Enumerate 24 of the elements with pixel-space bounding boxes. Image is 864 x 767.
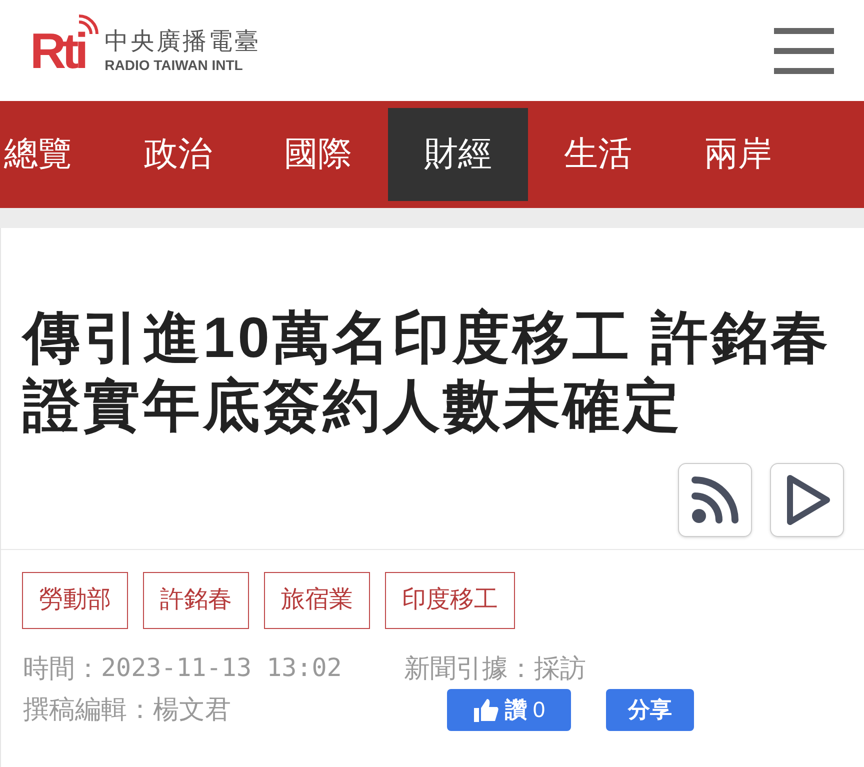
like-button[interactable]: 讚 0	[447, 688, 571, 731]
category-tab[interactable]: 國際	[248, 108, 388, 201]
category-tab[interactable]: 政治	[108, 108, 248, 201]
category-tab[interactable]: 兩岸	[668, 108, 808, 201]
news-source: 新聞引據：採訪	[404, 654, 586, 681]
share-button[interactable]: 分享	[606, 688, 694, 731]
thumbs-up-icon	[472, 698, 499, 722]
publish-time: 2023-11-13 13:02	[101, 654, 342, 681]
logo-title: 中央廣播電臺	[104, 26, 261, 57]
time-label: 時間：	[23, 654, 101, 681]
category-tab[interactable]: 生活	[528, 108, 668, 201]
tag-link[interactable]: 勞動部	[22, 572, 128, 629]
play-button[interactable]	[770, 462, 844, 537]
menu-icon[interactable]	[774, 28, 834, 74]
logo-text: Rti	[30, 26, 85, 76]
category-tab[interactable]: 財經	[388, 108, 528, 201]
tag-link[interactable]: 旅宿業	[264, 572, 370, 629]
article-title: 傳引進10萬名印度移工 許銘春證實年底簽約人數未確定	[23, 305, 832, 440]
editor-text: 撰稿編輯：楊文君	[23, 693, 231, 726]
logo-subtitle: RADIO TAIWAN INTL	[104, 56, 244, 74]
tag-link[interactable]: 印度移工	[385, 572, 515, 629]
category-tab[interactable]: 總覽	[0, 108, 108, 201]
tag-link[interactable]: 許銘春	[143, 572, 249, 629]
rss-button[interactable]	[678, 462, 752, 537]
